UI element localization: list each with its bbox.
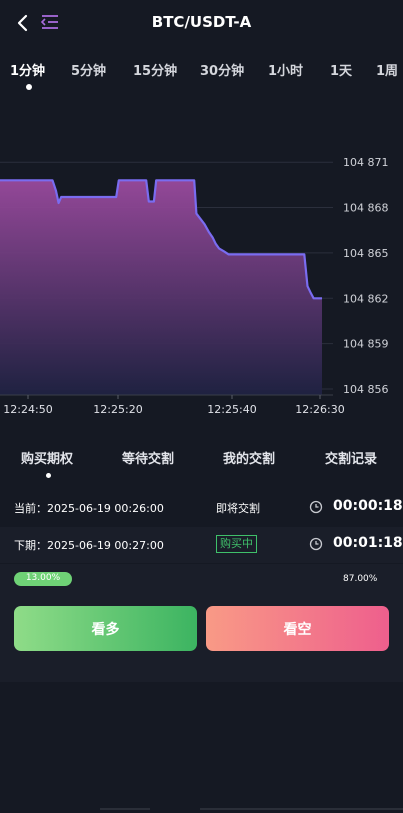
current-round-label: 当前：2025-06-19 00:26:00 bbox=[14, 502, 164, 515]
timeframe-1w[interactable]: 1周 bbox=[376, 60, 398, 79]
bottom-divider-right bbox=[200, 808, 403, 810]
next-round-status-badge: 购买中 bbox=[216, 535, 257, 553]
buy-down-button[interactable]: 看空 bbox=[206, 606, 389, 651]
clock-icon bbox=[309, 500, 323, 514]
timeframe-bar: 1分钟 5分钟 15分钟 30分钟 1小时 1天 1周 bbox=[0, 52, 403, 94]
up-ratio-bar: 13.00% bbox=[14, 572, 72, 586]
next-round-countdown: 00:01:18 bbox=[333, 535, 403, 551]
trade-panel: 13.00% 87.00% 看多 看空 bbox=[0, 564, 403, 682]
timeframe-1d[interactable]: 1天 bbox=[330, 60, 352, 79]
current-round-countdown: 00:00:18 bbox=[333, 498, 403, 514]
y-tick-label: 104 862 bbox=[343, 292, 389, 305]
tab-buy-options[interactable]: 购买期权 bbox=[21, 448, 73, 467]
timeframe-1h[interactable]: 1小时 bbox=[268, 60, 303, 79]
next-round-row: 下期：2025-06-19 00:27:00 购买中 00:01:18 bbox=[0, 527, 403, 563]
header-bar: BTC/USDT-A bbox=[0, 0, 403, 46]
y-tick-label: 104 856 bbox=[343, 383, 389, 396]
next-round-label: 下期：2025-06-19 00:27:00 bbox=[14, 539, 164, 552]
timeframe-15m[interactable]: 15分钟 bbox=[133, 60, 177, 79]
bottom-divider-left bbox=[100, 808, 150, 810]
tab-pending-delivery[interactable]: 等待交割 bbox=[122, 448, 174, 467]
tab-delivery-records[interactable]: 交割记录 bbox=[325, 448, 377, 467]
x-tick-label: 12:25:40 bbox=[207, 403, 256, 416]
y-tick-label: 104 865 bbox=[343, 247, 389, 260]
down-ratio-label: 87.00% bbox=[343, 574, 378, 584]
current-round-status: 即将交割 bbox=[216, 502, 260, 515]
price-area-fill bbox=[0, 180, 322, 395]
order-tabs: 购买期权 等待交割 我的交割 交割记录 bbox=[0, 440, 403, 486]
x-tick-label: 12:26:30 bbox=[295, 403, 344, 416]
timeframe-5m[interactable]: 5分钟 bbox=[71, 60, 106, 79]
timeframe-1m[interactable]: 1分钟 bbox=[10, 60, 45, 79]
price-chart[interactable]: 104 871 104 868 104 865 104 862 104 859 104 8… bbox=[0, 105, 403, 430]
y-tick-label: 104 859 bbox=[343, 338, 389, 351]
x-tick-label: 12:25:20 bbox=[93, 403, 142, 416]
buy-up-button[interactable]: 看多 bbox=[14, 606, 197, 651]
y-tick-label: 104 871 bbox=[343, 156, 389, 169]
active-tab-indicator bbox=[46, 473, 51, 478]
x-tick-label: 12:24:50 bbox=[3, 403, 52, 416]
current-round-row: 当前：2025-06-19 00:26:00 即将交割 00:00:18 bbox=[0, 490, 403, 526]
active-timeframe-indicator bbox=[26, 84, 32, 90]
y-tick-label: 104 868 bbox=[343, 202, 389, 215]
timeframe-30m[interactable]: 30分钟 bbox=[200, 60, 244, 79]
page-title: BTC/USDT-A bbox=[151, 13, 252, 31]
tab-my-delivery[interactable]: 我的交割 bbox=[223, 448, 275, 467]
clock-icon bbox=[309, 537, 323, 551]
up-ratio-label: 13.00% bbox=[25, 573, 61, 583]
